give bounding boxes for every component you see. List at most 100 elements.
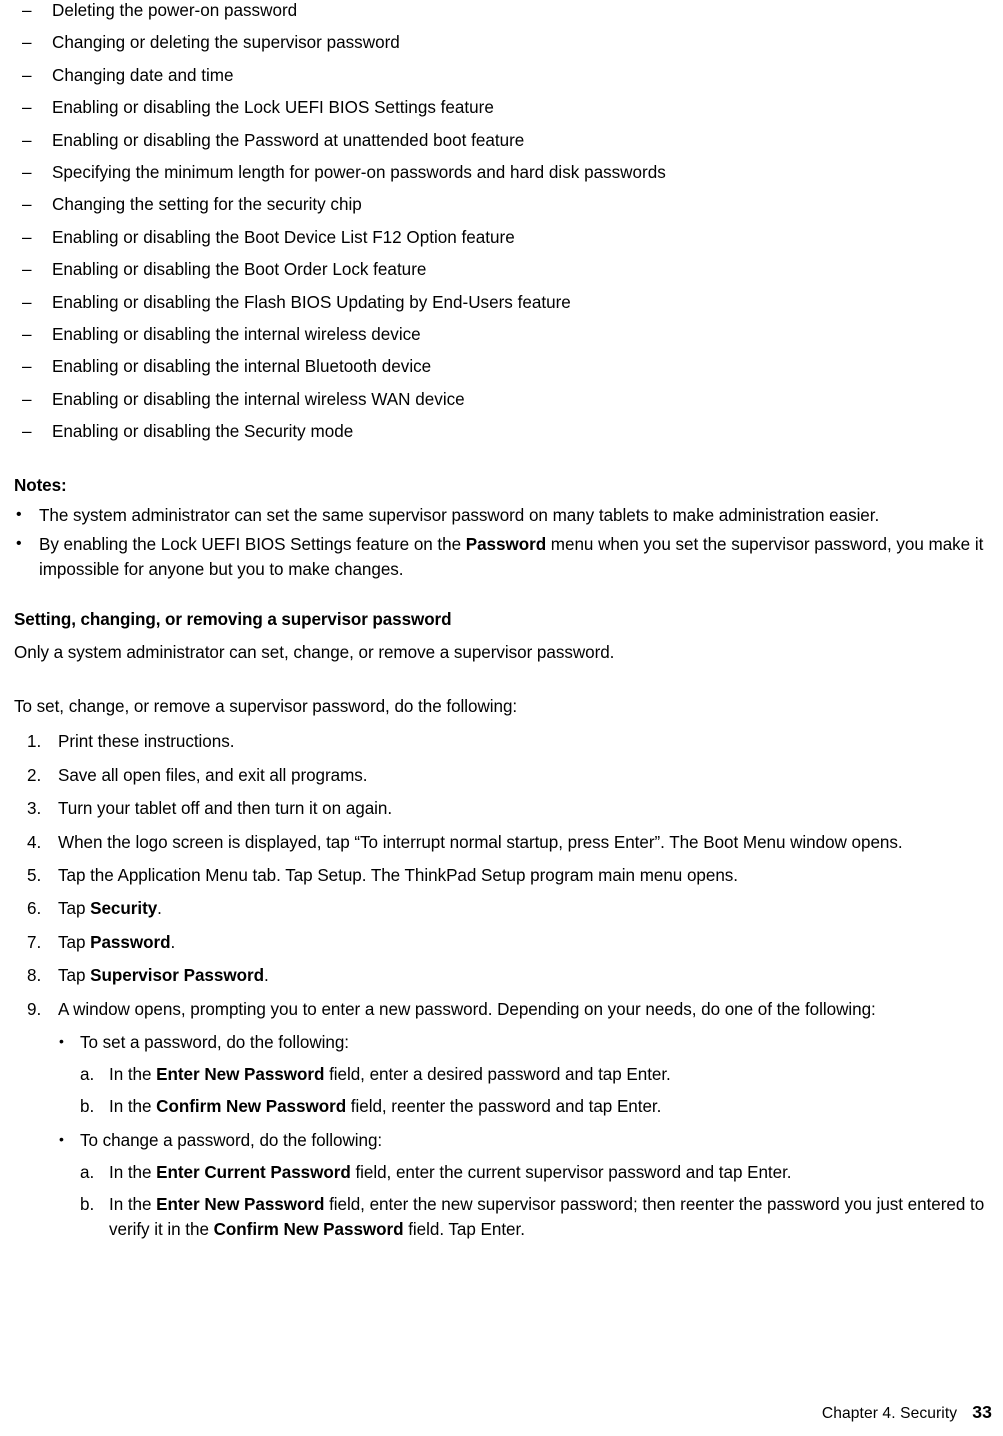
lettered-substep-list: a. In the Enter Current Password field, e… (14, 1160, 992, 1243)
body-text: A window opens, prompting you to enter a… (58, 999, 876, 1019)
feature-list-item-label: Enabling or disabling the Lock UEFI BIOS… (52, 98, 494, 118)
feature-list-item-label: Enabling or disabling the Security mode (52, 422, 354, 442)
procedure-step: 5. Tap the Application Menu tab. Tap Setu… (27, 863, 992, 888)
footer-page-number: 33 (972, 1402, 992, 1422)
feature-dash-list: – Deleting the power-on password – Changing… (14, 0, 992, 453)
feature-list-item: – Enabling or disabling the Flash BIOS Up… (14, 292, 992, 324)
lettered-substep: a. In the Enter Current Password field, e… (80, 1160, 992, 1185)
dash-bullet-icon: – (22, 98, 32, 118)
note-list-item: • The system administrator can set the sa… (14, 503, 992, 528)
body-text: In the (109, 1195, 157, 1215)
dash-bullet-icon: – (22, 1, 32, 20)
page-footer: Chapter 4. Security 33 (822, 1402, 992, 1424)
procedure-step-list: 1. Print these instructions. 2. Save all op… (14, 729, 992, 1021)
note-list-item: • By enabling the Lock UEFI BIOS Settings… (14, 532, 992, 582)
lettered-substep: a. In the Enter New Password field, enter… (80, 1062, 992, 1087)
sub-option-item: • To change a password, do the following: (59, 1128, 992, 1153)
emphasis-text: Enter Current Password (156, 1162, 351, 1182)
emphasis-text: Confirm New Password (156, 1097, 347, 1117)
dash-bullet-icon: – (22, 227, 32, 247)
feature-list-item: – Deleting the power-on password (14, 0, 992, 32)
procedure-step: 9. A window opens, prompting you to enter… (27, 997, 992, 1022)
feature-list-item: – Enabling or disabling the Password at u… (14, 130, 992, 162)
procedure-step: 8. Tap Supervisor Password. (27, 963, 992, 988)
notes-bullet-list: • The system administrator can set the sa… (14, 503, 992, 582)
procedure-step: 3. Turn your tablet off and then turn it … (27, 796, 992, 821)
emphasis-text: Confirm New Password (213, 1220, 404, 1240)
body-text: Tap (58, 899, 91, 919)
feature-list-item: – Enabling or disabling the Boot Device L… (14, 227, 992, 259)
step-number: 9. (27, 999, 42, 1019)
page-content: – Deleting the power-on password – Changing… (14, 0, 992, 1249)
step-number: 1. (27, 732, 42, 752)
sub-option-item: • To set a password, do the following: (59, 1030, 992, 1055)
feature-list-item-label: Changing or deleting the supervisor pass… (52, 33, 400, 53)
body-text: Turn your tablet off and then turn it on… (58, 799, 393, 819)
feature-list-item: – Changing or deleting the supervisor pas… (14, 32, 992, 64)
body-text: field, reenter the password and tap Ente… (346, 1097, 662, 1117)
procedure-step: 2. Save all open files, and exit all prog… (27, 763, 992, 788)
step-text: Tap Security. (58, 899, 162, 918)
feature-list-item: – Enabling or disabling the Boot Order Lo… (14, 259, 992, 291)
body-text: . (170, 932, 176, 952)
substep-text: In the Enter New Password field, enter a… (109, 1065, 671, 1084)
emphasis-text: Supervisor Password (90, 966, 264, 986)
body-text: . (263, 966, 269, 986)
sub-option-text: To change a password, do the following: (80, 1131, 382, 1150)
step-text: Turn your tablet off and then turn it on… (58, 799, 392, 818)
procedure-lead-paragraph: To set, change, or remove a supervisor p… (14, 697, 518, 717)
substep-letter: b. (80, 1097, 95, 1117)
dash-bullet-icon: – (22, 130, 32, 150)
note-text: The system administrator can set the sam… (39, 506, 879, 525)
feature-list-item: – Enabling or disabling the Security mode (14, 421, 992, 453)
step-text: When the logo screen is displayed, tap “… (58, 833, 903, 852)
emphasis-text: Enter New Password (156, 1065, 325, 1085)
note-text: By enabling the Lock UEFI BIOS Settings … (39, 535, 983, 579)
round-bullet-icon: • (16, 534, 22, 552)
dash-bullet-icon: – (22, 389, 32, 409)
lettered-substep-list: a. In the Enter New Password field, enter… (14, 1062, 992, 1119)
lettered-substep: b. In the Confirm New Password field, ree… (80, 1094, 992, 1119)
substep-text: In the Enter New Password field, enter t… (109, 1195, 984, 1239)
round-bullet-icon: • (16, 506, 22, 524)
step-text: Tap Supervisor Password. (58, 966, 269, 985)
step-number: 4. (27, 832, 42, 852)
body-text: In the (109, 1097, 157, 1117)
substep-letter: b. (80, 1195, 95, 1215)
body-text: field, enter a desired password and tap … (324, 1065, 671, 1085)
dash-bullet-icon: – (22, 162, 32, 182)
sub-option-list: • To set a password, do the following: (14, 1030, 992, 1055)
step-text: A window opens, prompting you to enter a… (58, 1000, 876, 1019)
step-text: Tap Password. (58, 933, 175, 952)
substep-text: In the Enter Current Password field, ent… (109, 1162, 792, 1182)
emphasis-text: Password (90, 932, 171, 952)
feature-list-item-label: Changing date and time (52, 65, 234, 85)
feature-list-item-label: Enabling or disabling the internal wirel… (52, 389, 465, 409)
body-text: . (157, 899, 162, 919)
intro-paragraph: Only a system administrator can set, cha… (14, 643, 615, 663)
lettered-substep: b. In the Enter New Password field, enter… (80, 1192, 992, 1242)
dash-bullet-icon: – (22, 195, 32, 215)
body-text: field. Tap Enter. (403, 1220, 525, 1240)
feature-list-item: – Specifying the minimum length for power… (14, 162, 992, 194)
notes-heading: Notes: (14, 476, 67, 496)
body-text: To set a password, do the following: (80, 1033, 350, 1052)
body-text: Tap the Application Menu tab. Tap Setup.… (58, 866, 738, 886)
sub-option-text: To set a password, do the following: (80, 1033, 349, 1052)
body-text: In the (109, 1162, 157, 1182)
feature-list-item-label: Deleting the power-on password (52, 1, 298, 20)
feature-list-item: – Enabling or disabling the Lock UEFI BIO… (14, 97, 992, 129)
feature-list-item-label: Enabling or disabling the Flash BIOS Upd… (52, 292, 571, 312)
feature-list-item: – Changing the setting for the security c… (14, 194, 992, 226)
dash-bullet-icon: – (22, 422, 32, 442)
feature-list-item-label: Enabling or disabling the internal Bluet… (52, 357, 432, 377)
dash-bullet-icon: – (22, 292, 32, 312)
body-text: To change a password, do the following: (80, 1130, 383, 1150)
dash-bullet-icon: – (22, 324, 32, 344)
procedure-step: 6. Tap Security. (27, 896, 992, 921)
feature-list-item-label: Specifying the minimum length for power-… (52, 162, 666, 182)
procedure-step: 1. Print these instructions. (27, 729, 992, 754)
dash-bullet-icon: – (22, 357, 32, 377)
body-text: Print these instructions. (58, 732, 235, 752)
step-number: 7. (27, 932, 42, 952)
